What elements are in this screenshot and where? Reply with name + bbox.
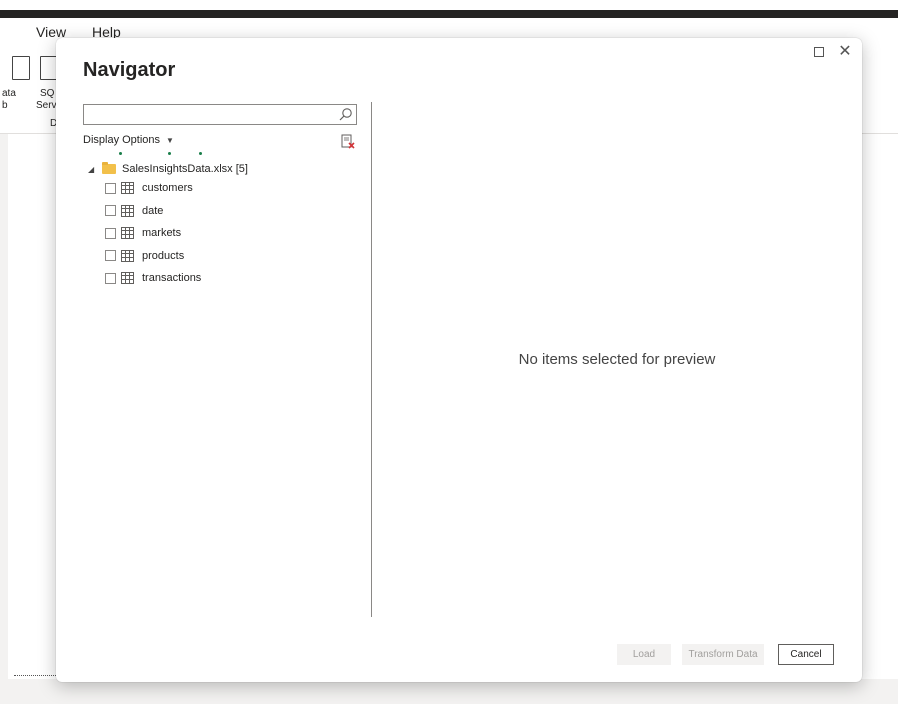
folder-icon bbox=[102, 162, 116, 174]
checkbox[interactable] bbox=[105, 250, 116, 262]
maximize-icon[interactable] bbox=[811, 44, 827, 60]
transform-data-button[interactable]: Transform Data bbox=[682, 644, 764, 665]
dialog-title: Navigator bbox=[83, 59, 176, 81]
tree-item-label: date bbox=[142, 204, 164, 217]
tree-item-label: transactions bbox=[142, 272, 202, 285]
checkbox[interactable] bbox=[105, 272, 116, 284]
load-button[interactable]: Load bbox=[617, 644, 671, 665]
tree-item-label: customers bbox=[142, 182, 193, 195]
ribbon-btn2-line1: SQ bbox=[40, 88, 55, 99]
search-field[interactable] bbox=[83, 104, 357, 125]
excel-data-icon[interactable] bbox=[12, 56, 30, 80]
indicator-dot bbox=[119, 152, 122, 155]
preview-empty-message: No items selected for preview bbox=[518, 351, 716, 368]
tree-root-workbook[interactable]: ◢ SalesInsightsData.xlsx [5] bbox=[88, 161, 358, 177]
ribbon-btn2-line2: Serv bbox=[36, 100, 57, 111]
navigator-dialog: Navigator ✕ Display Options ▼ ◢ SalesInsi… bbox=[56, 38, 862, 682]
app-title-bar bbox=[0, 0, 898, 10]
search-input[interactable] bbox=[84, 105, 334, 124]
ribbon-btn1-line2: b bbox=[2, 100, 8, 111]
tree-root-label: SalesInsightsData.xlsx [5] bbox=[122, 163, 248, 175]
cancel-button[interactable]: Cancel bbox=[778, 644, 834, 665]
tree-item-label: products bbox=[142, 249, 185, 262]
table-icon bbox=[121, 249, 134, 262]
page-tab-divider bbox=[14, 675, 62, 676]
expand-triangle-icon[interactable]: ◢ bbox=[88, 165, 98, 174]
table-icon bbox=[121, 227, 134, 240]
refresh-icon[interactable] bbox=[340, 134, 356, 150]
display-options-label: Display Options bbox=[83, 134, 161, 146]
table-icon bbox=[121, 272, 134, 285]
ribbon-btn1-line1: ata bbox=[2, 88, 16, 99]
close-icon[interactable]: ✕ bbox=[837, 44, 853, 60]
tree-item-markets[interactable]: markets bbox=[105, 222, 358, 245]
checkbox[interactable] bbox=[105, 227, 116, 239]
table-icon bbox=[121, 204, 134, 217]
display-options-dropdown[interactable]: Display Options ▼ bbox=[83, 134, 174, 150]
indicator-dot bbox=[168, 152, 171, 155]
indicator-dot bbox=[199, 152, 202, 155]
chevron-down-icon: ▼ bbox=[166, 136, 174, 145]
tree-item-customers[interactable]: customers bbox=[105, 177, 358, 200]
search-icon[interactable] bbox=[338, 107, 353, 122]
app-header-band bbox=[0, 10, 898, 18]
tree-item-label: markets bbox=[142, 227, 182, 240]
table-icon bbox=[121, 182, 134, 195]
checkbox[interactable] bbox=[105, 182, 116, 194]
navigator-tree: ◢ SalesInsightsData.xlsx [5] customers d… bbox=[88, 161, 358, 290]
tree-item-products[interactable]: products bbox=[105, 245, 358, 268]
tree-item-date[interactable]: date bbox=[105, 200, 358, 223]
checkbox[interactable] bbox=[105, 205, 116, 217]
tree-item-transactions[interactable]: transactions bbox=[105, 267, 358, 290]
